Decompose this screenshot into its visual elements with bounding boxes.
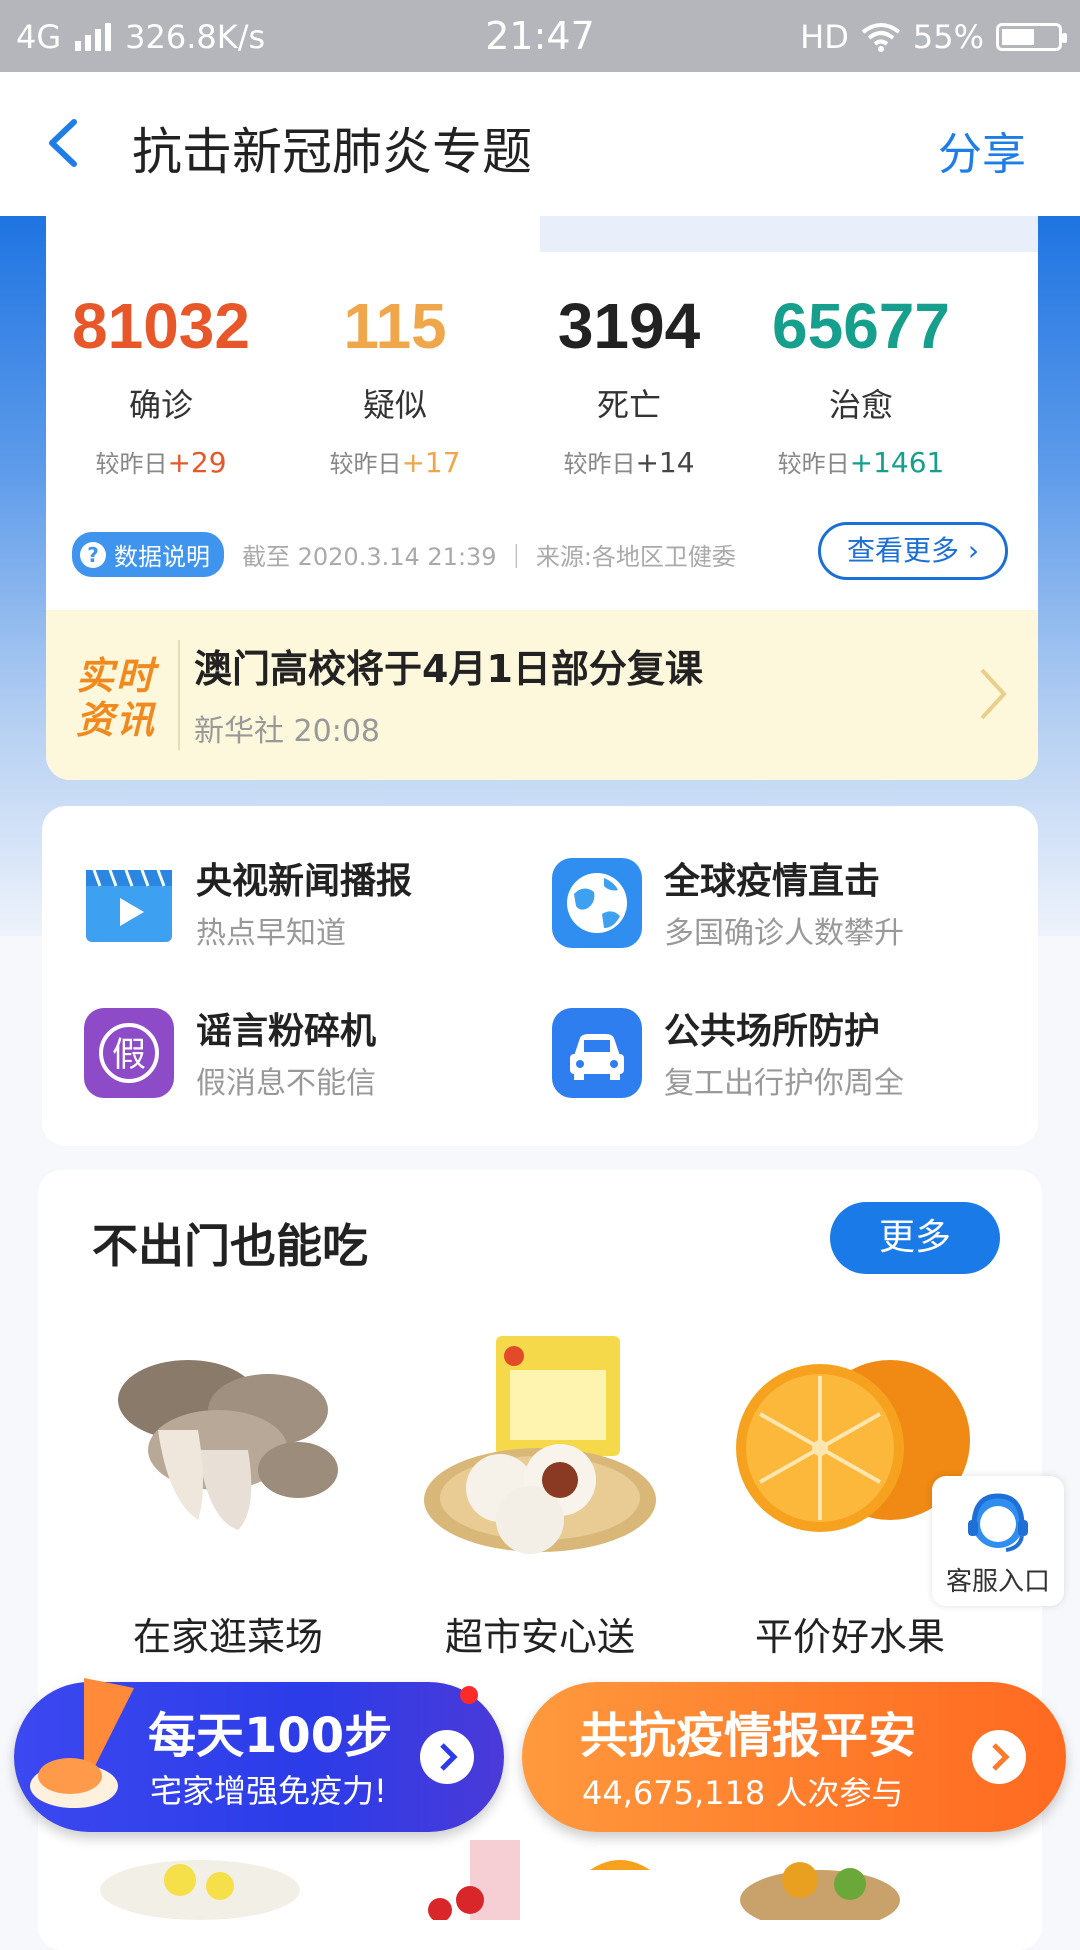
bottom-food-images (100, 1840, 900, 1920)
stat-cured: 65677 治愈 较昨日+1461 (746, 286, 976, 479)
chevron-right-icon (992, 1743, 1010, 1771)
service-title: 谣言粉碎机 (196, 1011, 377, 1052)
stat-label: 治愈 (828, 386, 893, 424)
service-subtitle: 热点早知道 (196, 916, 346, 951)
stat-value: 115 (343, 290, 447, 362)
service-public-protection[interactable]: 公共场所防护 复工出行护你周全 (552, 1002, 992, 1112)
stat-label: 疑似 (362, 386, 427, 424)
stat-change: 较昨日+29 (95, 446, 227, 479)
banner-title: 每天100步 (148, 1708, 393, 1764)
service-cctv-news[interactable]: 央视新闻播报 热点早知道 (84, 852, 524, 962)
tab-strip (540, 216, 1038, 252)
service-title: 央视新闻播报 (196, 861, 413, 902)
header: 抗击新冠肺炎专题 分享 (0, 72, 1080, 217)
stat-value: 3194 (557, 290, 701, 362)
food-item-label: 超市安心送 (444, 1615, 635, 1659)
more-button[interactable]: 更多 (830, 1202, 1000, 1274)
wifi-icon (861, 23, 901, 52)
globe-icon (552, 858, 642, 948)
mushroom-image (118, 1360, 338, 1530)
back-arrow-icon[interactable] (44, 118, 84, 168)
stat-change: 较昨日+17 (329, 446, 461, 479)
stat-value: 81032 (72, 290, 250, 362)
report-safety-banner[interactable]: 共抗疫情报平安 44,675,118 人次参与 (522, 1682, 1066, 1832)
divider (178, 640, 180, 750)
banner-title: 共抗疫情报平安 (580, 1708, 917, 1764)
food-item-supermarket[interactable]: 超市安心送 (400, 1330, 680, 1661)
status-bar: 4G 326.8K/s 21:47 HD 55% (0, 0, 1080, 72)
food-item-label: 在家逛菜场 (132, 1615, 323, 1659)
service-title: 全球疫情直击 (664, 861, 881, 902)
banner-go-button[interactable] (420, 1730, 474, 1784)
battery-icon (996, 23, 1067, 51)
fake-badge-icon: 假 (84, 1008, 174, 1098)
food-item-vegetable-market[interactable]: 在家逛菜场 (88, 1330, 368, 1661)
chevron-right-icon (980, 668, 1007, 720)
stat-label: 死亡 (596, 386, 661, 424)
battery-percent: 55% (912, 18, 984, 56)
services-card: 央视新闻播报 热点早知道 全球疫情直击 多国确诊人数攀升 假 谣言粉碎机 假消息… (42, 806, 1038, 1146)
data-note: ? 数据说明 截至 2020.3.14 21:39 ｜ 来源:各地区卫健委 (72, 532, 736, 577)
service-subtitle: 多国确诊人数攀升 (664, 916, 904, 951)
bun-image (424, 1336, 656, 1554)
customer-service-button[interactable]: 客服入口 (932, 1476, 1064, 1606)
stat-deaths: 3194 死亡 较昨日+14 (514, 286, 744, 479)
realtime-news-bar[interactable]: 实时 资讯 澳门高校将于4月1日部分复课 新华社 20:08 (46, 610, 1038, 780)
chevron-right-icon (440, 1743, 458, 1771)
service-global-epidemic[interactable]: 全球疫情直击 多国确诊人数攀升 (552, 852, 992, 962)
data-source: 截至 2020.3.14 21:39 ｜ 来源:各地区卫健委 (242, 543, 736, 571)
epidemic-stats-card: 81032 确诊 较昨日+29 115 疑似 较昨日+17 3194 死亡 较昨… (46, 216, 1038, 780)
view-more-button[interactable]: 查看更多 › (818, 522, 1008, 580)
realtime-news-logo: 实时 资讯 (76, 654, 157, 742)
page-title: 抗击新冠肺炎专题 (132, 123, 532, 181)
stat-confirmed: 81032 确诊 较昨日+29 (46, 286, 276, 479)
svg-text:假: 假 (112, 1035, 146, 1075)
news-meta: 新华社 20:08 (194, 714, 380, 749)
video-play-icon (86, 869, 172, 942)
service-title: 公共场所防护 (664, 1011, 881, 1052)
notification-dot (460, 1686, 478, 1704)
stat-change: 较昨日+14 (563, 446, 695, 479)
service-rumor-crusher[interactable]: 假 谣言粉碎机 假消息不能信 (84, 1002, 524, 1112)
news-title: 澳门高校将于4月1日部分复课 (194, 647, 703, 691)
banner-subtitle: 宅家增强免疫力! (150, 1772, 387, 1810)
banner-subtitle: 44,675,118 人次参与 (582, 1774, 904, 1812)
hd-indicator: HD (800, 18, 849, 56)
stat-suspected: 115 疑似 较昨日+17 (280, 286, 510, 479)
banner-go-button[interactable] (972, 1730, 1026, 1784)
stat-value: 65677 (772, 290, 950, 362)
slipper-icon (30, 1678, 134, 1808)
question-icon: ? (80, 541, 106, 568)
headset-icon (968, 1493, 1028, 1552)
data-explanation-button[interactable]: ? 数据说明 (72, 532, 224, 577)
service-subtitle: 假消息不能信 (196, 1066, 376, 1101)
stat-label: 确诊 (128, 386, 193, 424)
section-title: 不出门也能吃 (92, 1219, 368, 1273)
share-button[interactable]: 分享 (938, 118, 1026, 182)
service-subtitle: 复工出行护你周全 (664, 1066, 904, 1101)
customer-service-label: 客服入口 (945, 1567, 1050, 1597)
car-icon (552, 1008, 642, 1098)
data-explanation-label: 数据说明 (114, 543, 210, 571)
food-item-label: 平价好水果 (754, 1615, 945, 1659)
stat-change: 较昨日+1461 (777, 446, 945, 479)
daily-steps-banner[interactable]: 每天100步 宅家增强免疫力! (14, 1678, 504, 1832)
